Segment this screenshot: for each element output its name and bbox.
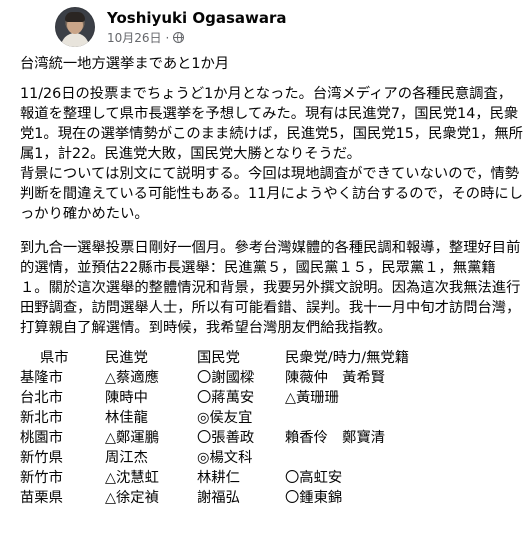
post-title: 台湾統一地方選挙まであと1か月 [20,56,230,72]
city-cell: 桃園市 [20,430,63,446]
kmt-cell: 〇蔣萬安 [197,390,255,406]
table-row: 台北市 陳時中 〇蔣萬安 △黃珊珊 [20,388,409,408]
globe-icon [173,32,185,43]
other-cell: 賴香伶 鄭寶清 [285,430,386,446]
header-cell: 民進党 [105,350,148,366]
author-name[interactable]: Yoshiyuki Ogasawara [107,9,287,27]
avatar[interactable] [55,7,95,47]
kmt-cell: 〇張善政 [197,430,255,446]
kmt-cell: 謝福弘 [197,490,240,506]
table-row: 基隆市 △蔡適應 〇謝國樑 陳薇仲 黃希賢 [20,368,409,388]
table-header: 県市 民進党 国民党 民衆党/時力/無党籍 [20,348,409,368]
other-cell: 〇高虹安 [285,470,343,486]
table-row: 桃園市 △鄭運鵬 〇張善政 賴香伶 鄭寶清 [20,428,409,448]
table-row: 新北市 林佳龍 ◎侯友宜 [20,408,409,428]
facebook-post: Yoshiyuki Ogasawara 10月26日 · 台湾統一地方選挙まであ… [0,0,532,540]
post-header: Yoshiyuki Ogasawara 10月26日 · [55,5,532,47]
dpp-cell: △鄭運鵬 [105,430,159,446]
paragraph-jp-2: 背景については別文にて説明する。今回は現地調査ができていないので，情勢判断を間違… [20,166,523,222]
dpp-cell: 陳時中 [105,390,148,406]
other-cell [285,448,409,468]
dpp-cell: △蔡適應 [105,370,159,386]
header-cell: 県市 [40,350,69,366]
separator-dot: · [165,30,170,45]
city-cell: 台北市 [20,390,63,406]
paragraph-zh: 到九合一選舉投票日剛好一個月。參考台灣媒體的各種民調和報導，整理好目前的選情，並… [20,240,521,336]
other-cell: 〇鍾東錦 [285,490,343,506]
dpp-cell: 周江杰 [105,450,148,466]
city-cell: 基隆市 [20,370,63,386]
other-cell: 陳薇仲 黃希賢 [285,370,386,386]
post-content: 台湾統一地方選挙まであと1か月 11/26日の投票までちょうど1か月となった。台… [20,54,524,508]
kmt-cell: 林耕仁 [197,470,240,486]
other-cell: △黃珊珊 [285,390,339,406]
post-meta: 10月26日 · [107,29,185,46]
header-cell: 国民党 [197,350,240,366]
dpp-cell: △徐定禎 [105,490,159,506]
dpp-cell: 林佳龍 [105,410,148,426]
dpp-cell: △沈慧虹 [105,470,159,486]
candidate-table: 県市 民進党 国民党 民衆党/時力/無党籍 基隆市 △蔡適應 〇謝國樑 陳薇仲 … [20,348,409,508]
table-row: 新竹県 周江杰 ◎楊文科 [20,448,409,468]
table-row: 苗栗県 △徐定禎 謝福弘 〇鍾東錦 [20,488,409,508]
header-cell: 民衆党/時力/無党籍 [285,350,410,366]
other-cell [285,408,409,428]
kmt-cell: 〇謝國樑 [197,370,255,386]
city-cell: 苗栗県 [20,490,63,506]
city-cell: 新竹市 [20,470,63,486]
paragraph-jp-1: 11/26日の投票までちょうど1か月となった。台湾メディアの各種民意調査，報道を… [20,86,523,162]
city-cell: 新北市 [20,410,63,426]
kmt-cell: ◎楊文科 [197,450,253,466]
table-row: 新竹市 △沈慧虹 林耕仁 〇高虹安 [20,468,409,488]
kmt-cell: ◎侯友宜 [197,410,253,426]
city-cell: 新竹県 [20,450,63,466]
post-date[interactable]: 10月26日 [107,29,162,46]
